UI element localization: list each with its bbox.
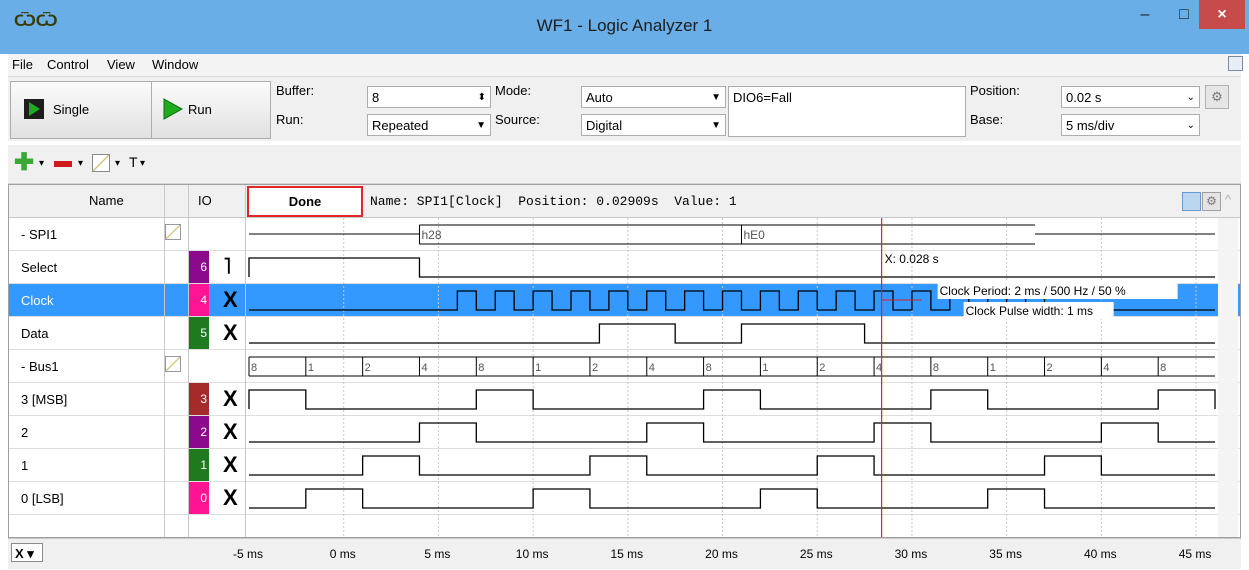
bus-value-label: h28 [421,228,441,242]
close-button[interactable]: × [1199,0,1245,29]
run-mode-select[interactable]: Repeated ▼ [367,114,491,136]
time-axis: X ▾ -5 ms 0 ms 5 ms 10 ms 15 ms 20 ms 25 ms 30 … [8,538,1241,569]
bus-value-label: hE0 [743,228,765,242]
chevron-down-icon: ▼ [711,120,721,131]
single-label: Single [53,102,90,117]
run-label: Run [188,102,212,117]
time-tick-label: 10 ms [515,547,549,561]
maximize-button[interactable]: □ [1172,0,1196,29]
time-tick-label: -5 ms [233,547,263,561]
bus-value-label: 2 [1047,362,1053,374]
mode-label: Mode: [495,83,532,98]
buffer-field[interactable]: 8 ⬍ [367,86,491,108]
restore-panel-icon[interactable] [1228,56,1243,71]
text-tool-icon[interactable]: T [129,154,138,170]
channel-toolbar: ✚ ▾ ▾ ▾ T ▾ [8,145,1241,184]
bus-value-label: 8 [706,362,712,374]
vertical-scrollbar[interactable] [1218,218,1238,537]
menu-window[interactable]: Window [152,57,198,72]
time-tick-label: 45 ms [1178,547,1212,561]
chevron-down-icon[interactable]: ▾ [140,158,145,169]
single-icon [24,99,44,119]
minus-icon[interactable] [54,161,72,167]
time-tick-label: 35 ms [989,547,1022,561]
toolbar: Single Run Buffer: 8 ⬍ Run: Repeated ▼ Mod… [8,77,1241,141]
chevron-down-icon: ⌄ [1186,92,1195,103]
bus-value-label: 2 [365,362,371,374]
chevron-down-icon: ⌄ [1186,120,1195,131]
mode-select[interactable]: Auto ▼ [581,86,726,108]
chevron-down-icon[interactable]: ▾ [78,158,83,169]
minimize-button[interactable]: – [1132,0,1158,29]
bus-value-label: 8 [478,362,484,374]
signal-trace [249,323,1215,344]
menu-control[interactable]: Control [47,57,89,72]
single-button[interactable]: Single [10,81,152,139]
run-button[interactable]: Run [151,81,271,139]
menu-view[interactable]: View [107,57,135,72]
clock-period-info: Clock Period: 2 ms / 500 Hz / 50 % [940,284,1126,298]
source-select[interactable]: Digital ▼ [581,114,726,136]
bus-value-label: 4 [1103,362,1109,374]
window-title: WF1 - Logic Analyzer 1 [536,16,713,35]
bus-value-label: 2 [819,362,825,374]
signal-trace [249,422,1215,443]
trigger-condition-field[interactable]: DIO6=Fall [728,86,966,137]
chevron-down-icon[interactable]: ▾ [115,158,120,169]
bus-value-label: 1 [535,362,541,374]
time-tick-label: 20 ms [705,547,738,561]
menu-file[interactable]: File [12,57,33,72]
source-label: Source: [495,112,540,127]
signal-trace [248,257,1215,278]
time-tick-label: 30 ms [894,547,928,561]
spin-icon: ⬍ [477,92,486,103]
time-tick-label: 0 ms [329,547,356,561]
bus-segment [740,224,1036,245]
run-mode-label: Run: [276,112,304,127]
position-select[interactable]: 0.02 s ⌄ [1061,86,1200,108]
pulse-width-info: Clock Pulse width: 1 ms [966,304,1093,318]
menu-bar: File Control View Window [8,54,1243,77]
chevron-down-icon[interactable]: ▾ [39,158,44,169]
signal-trace [248,389,1216,410]
bus-rails [249,356,1215,377]
axis-options-button[interactable]: X ▾ [11,543,43,562]
position-label: Position: [970,83,1020,98]
cursor-time-label: X: 0.028 s [885,252,939,266]
chevron-down-icon: ▼ [476,120,486,131]
bus-value-label: 1 [308,362,314,374]
title-bar: ѾѾ WF1 - Logic Analyzer 1 – □ × [0,0,1249,54]
bus-value-label: 8 [933,362,939,374]
bus-value-label: 8 [251,362,257,374]
bus-value-label: 1 [990,362,996,374]
edit-icon[interactable] [92,154,110,172]
base-label: Base: [970,112,1004,127]
time-tick-label: 5 ms [424,547,451,561]
signal-trace [249,455,1215,476]
time-tick-label: 25 ms [799,547,833,561]
bus-value-label: 8 [1160,362,1166,374]
base-select[interactable]: 5 ms/div ⌄ [1061,114,1200,136]
signal-panel: Name IO Done Name: SPI1[Clock] Position:… [8,184,1241,538]
buffer-label: Buffer: [276,83,315,98]
waveform-plot[interactable]: h28 hE08 1 2 4 8 1 2 4 8 1 2 4 8 1 2 4 8X: 0.028 sClock P… [9,185,1240,537]
time-tick-label: 15 ms [610,547,644,561]
run-icon [163,98,184,120]
bus-value-label: 4 [421,362,427,374]
gear-icon[interactable]: ⚙ [1205,85,1229,109]
bus-value-label: 1 [762,362,768,374]
bus-value-label: 2 [592,362,598,374]
plus-icon[interactable]: ✚ [14,148,34,177]
bus-segment [418,224,742,245]
bus-value-label: 4 [649,362,655,374]
time-tick-label: 40 ms [1084,547,1117,561]
signal-trace [249,488,1215,509]
chevron-down-icon: ▼ [711,92,721,103]
